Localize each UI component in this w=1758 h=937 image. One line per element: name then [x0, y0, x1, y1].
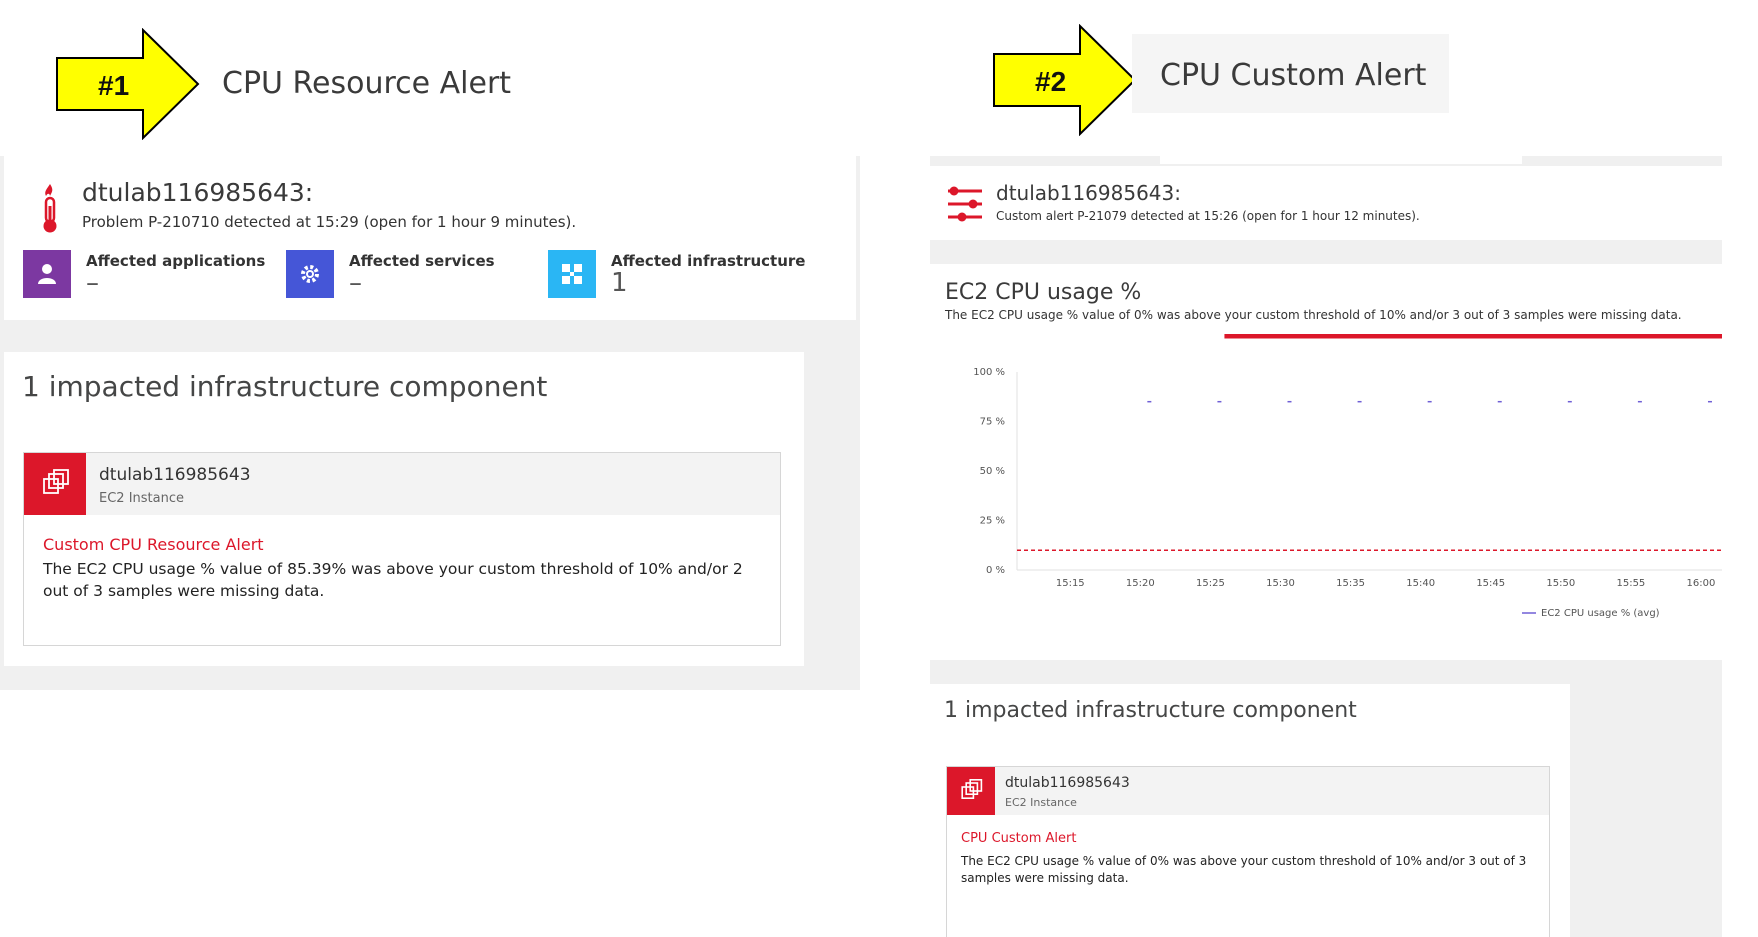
- chart-y-tick-label: 0 %: [986, 565, 1005, 576]
- chart-y-tick-label: 75 %: [980, 417, 1005, 428]
- ec2-instance-icon: [24, 453, 86, 515]
- left-problem-card: dtulab116985643: Problem P-210710 detect…: [4, 156, 856, 320]
- left-component-description: The EC2 CPU usage % value of 85.39% was …: [43, 560, 743, 600]
- chart-x-tick-label: 15:45: [1476, 578, 1505, 589]
- right-impact-card: 1 impacted infrastructure component dtul…: [930, 684, 1570, 937]
- left-alert-title: CPU Resource Alert: [222, 66, 512, 101]
- right-top-strip: [1160, 156, 1522, 164]
- ec2-instance-icon: [947, 767, 995, 815]
- chart-title: EC2 CPU usage %: [945, 280, 1142, 305]
- left-component-alert[interactable]: Custom CPU Resource Alert: [43, 535, 264, 554]
- right-component-type: EC2 Instance: [1005, 796, 1077, 809]
- right-alert-line: Custom alert P-21079 detected at 15:26 (…: [996, 209, 1420, 223]
- right-component-name[interactable]: dtulab116985643: [1005, 775, 1130, 791]
- right-arrow-label: #2: [1035, 66, 1067, 97]
- right-component-description: The EC2 CPU usage % value of 0% was abov…: [961, 854, 1527, 885]
- chart-subtitle: The EC2 CPU usage % value of 0% was abov…: [945, 308, 1682, 322]
- thermometer-icon: [36, 182, 64, 238]
- right-alert-title: CPU Custom Alert: [1160, 58, 1427, 93]
- left-problem-line: Problem P-210710 detected at 15:29 (open…: [82, 213, 577, 231]
- right-component-alert[interactable]: CPU Custom Alert: [961, 831, 1076, 846]
- chart-y-tick-label: 100 %: [973, 367, 1005, 378]
- affected-services-value: –: [349, 268, 362, 298]
- chart-y-tick-label: 50 %: [980, 466, 1005, 477]
- right-host-title: dtulab116985643:: [996, 181, 1181, 205]
- left-component-type: EC2 Instance: [99, 491, 184, 506]
- affected-infrastructure-icon[interactable]: [548, 250, 596, 298]
- chart-x-tick-label: 15:50: [1546, 578, 1575, 589]
- chart-x-tick-label: 16:00: [1687, 578, 1716, 589]
- left-impact-title: 1 impacted infrastructure component: [22, 370, 548, 403]
- affected-infrastructure-label: Affected infrastructure: [611, 252, 806, 270]
- affected-applications-label: Affected applications: [86, 252, 266, 270]
- chart-x-tick-label: 15:25: [1196, 578, 1225, 589]
- chart-x-tick-label: 15:55: [1616, 578, 1645, 589]
- affected-services-icon[interactable]: [286, 250, 334, 298]
- right-component-card[interactable]: dtulab116985643 EC2 Instance CPU Custom …: [946, 766, 1550, 937]
- chart-x-tick-label: 15:15: [1056, 578, 1085, 589]
- chart-y-tick-label: 25 %: [980, 516, 1005, 527]
- chart-legend-label: EC2 CPU usage % (avg): [1541, 608, 1660, 619]
- left-impact-card: 1 impacted infrastructure component dtul…: [4, 352, 804, 666]
- chart-x-tick-label: 15:40: [1406, 578, 1435, 589]
- affected-infrastructure-value: 1: [611, 268, 628, 298]
- chart-x-tick-label: 15:35: [1336, 578, 1365, 589]
- chart-x-tick-label: 15:20: [1126, 578, 1155, 589]
- left-component-card[interactable]: dtulab116985643 EC2 Instance Custom CPU …: [23, 452, 781, 646]
- cpu-usage-chart[interactable]: 0 % 25 % 50 % 75 % 100 % 15:15 15:20 15:25 15:30…: [930, 334, 1722, 654]
- left-host-title: dtulab116985643:: [82, 178, 314, 207]
- affected-applications-value: –: [86, 268, 99, 298]
- left-component-name[interactable]: dtulab116985643: [99, 465, 251, 485]
- right-chart-card: EC2 CPU usage % The EC2 CPU usage % valu…: [930, 264, 1722, 660]
- affected-applications-icon[interactable]: [23, 250, 71, 298]
- chart-x-tick-label: 15:30: [1266, 578, 1295, 589]
- left-arrow-label: #1: [98, 70, 130, 101]
- right-impact-title: 1 impacted infrastructure component: [944, 698, 1357, 723]
- custom-alert-icon: [946, 186, 984, 226]
- right-alert-card: dtulab116985643: Custom alert P-21079 de…: [930, 166, 1722, 240]
- affected-services-label: Affected services: [349, 252, 495, 270]
